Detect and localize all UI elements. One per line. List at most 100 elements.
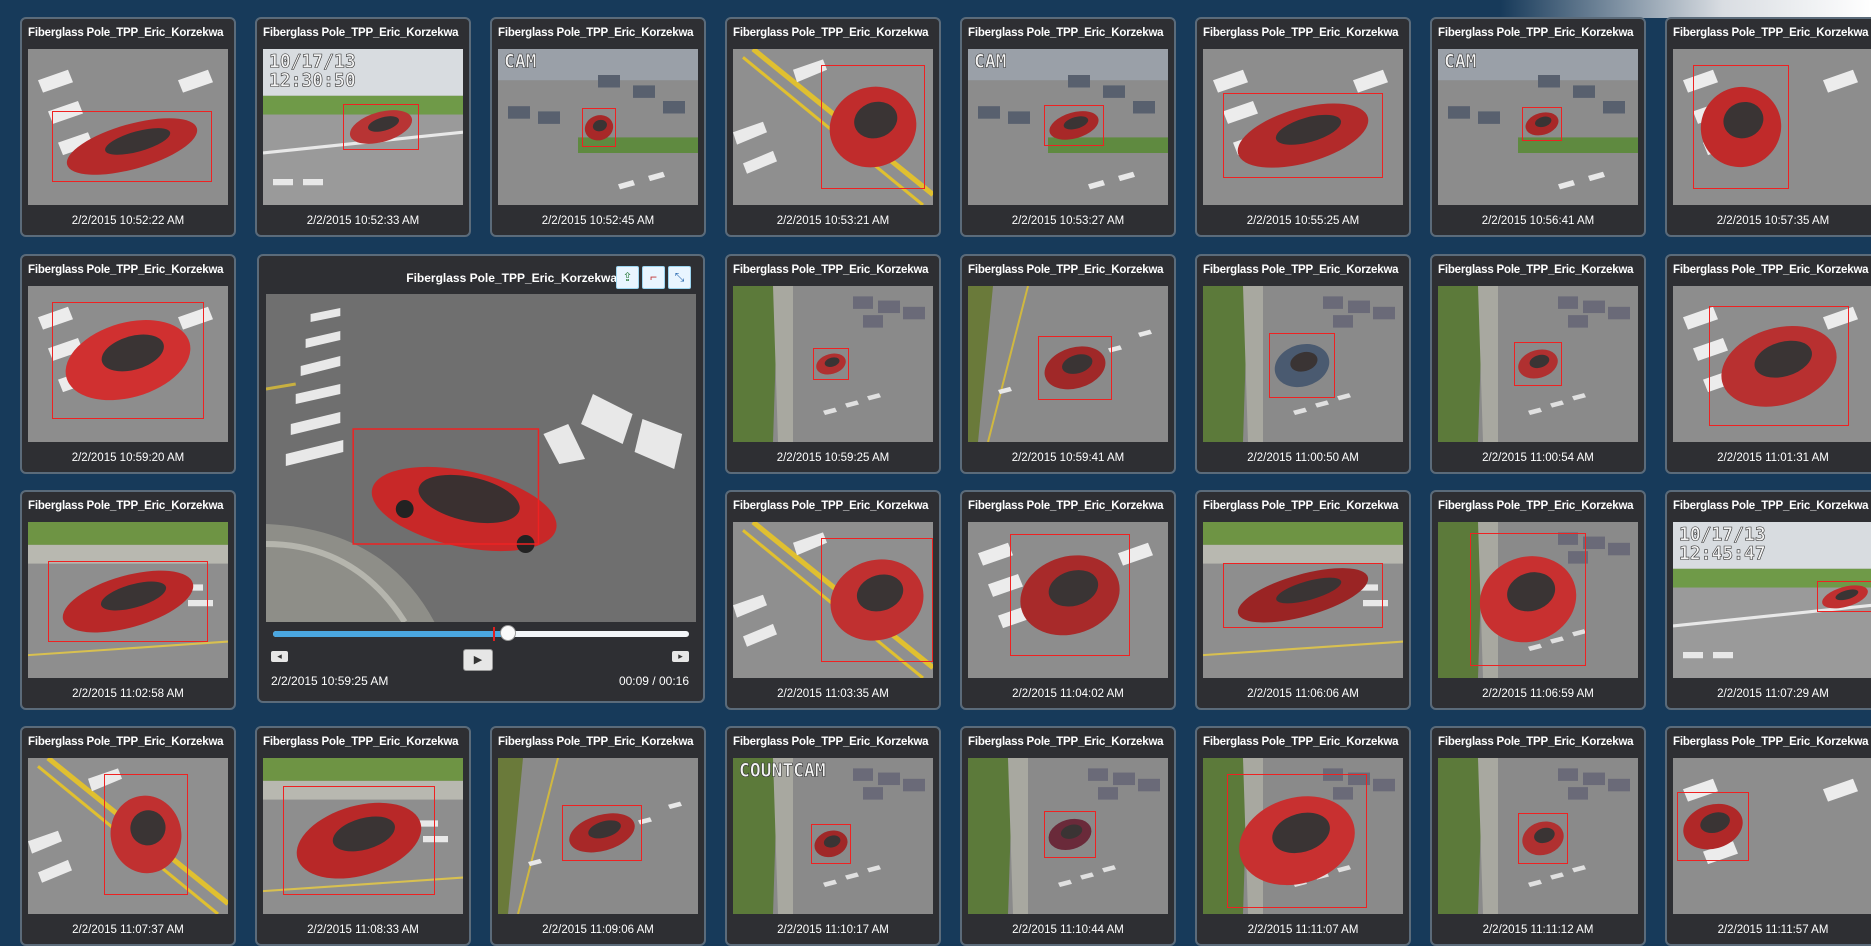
thumbnail-timestamp: 2/2/2015 10:52:45 AM — [541, 215, 655, 227]
thumbnail-image[interactable] — [1203, 286, 1403, 442]
expand-icon[interactable]: ⤡ — [668, 266, 691, 289]
camera-thumbnail[interactable]: Fiberglass Pole_TPP_Eric_Korzekwa 2/2/201… — [725, 17, 941, 237]
thumbnail-timestamp: 2/2/2015 11:07:29 AM — [1717, 688, 1829, 700]
detection-box — [1223, 562, 1383, 629]
thumbnail-image[interactable] — [28, 49, 228, 205]
thumbnail-timestamp: 2/2/2015 11:02:58 AM — [72, 688, 184, 700]
camera-thumbnail[interactable]: Fiberglass Pole_TPP_Eric_Korzekwa 2/2/201… — [960, 726, 1176, 946]
thumbnail-timestamp: 2/2/2015 10:55:25 AM — [1246, 215, 1360, 227]
camera-thumbnail[interactable]: Fiberglass Pole_TPP_Eric_Korzekwa 2/2/201… — [1430, 490, 1646, 710]
thumbnail-image[interactable] — [1438, 522, 1638, 678]
thumbnail-image[interactable] — [1673, 758, 1871, 914]
thumbnail-title: Fiberglass Pole_TPP_Eric_Korzekwa — [733, 500, 929, 512]
thumbnail-image[interactable] — [1203, 758, 1403, 914]
thumbnail-image[interactable]: CAM — [968, 49, 1168, 205]
camera-thumbnail[interactable]: Fiberglass Pole_TPP_Eric_Korzekwa 2/2/201… — [960, 254, 1176, 474]
seek-marker — [493, 627, 495, 641]
camera-thumbnail[interactable]: Fiberglass Pole_TPP_Eric_Korzekwa 2/2/201… — [960, 490, 1176, 710]
thumbnail-title: Fiberglass Pole_TPP_Eric_Korzekwa — [1438, 27, 1634, 39]
thumbnail-title: Fiberglass Pole_TPP_Eric_Korzekwa — [733, 736, 929, 748]
detection-box — [1227, 773, 1367, 908]
camera-thumbnail[interactable]: Fiberglass Pole_TPP_Eric_Korzekwa 2/2/201… — [1430, 254, 1646, 474]
thumbnail-image[interactable] — [1203, 49, 1403, 205]
thumbnail-title: Fiberglass Pole_TPP_Eric_Korzekwa — [1203, 500, 1399, 512]
thumbnail-timestamp: 2/2/2015 11:11:57 AM — [1717, 924, 1829, 936]
detection-box — [1518, 812, 1568, 865]
thumbnail-image[interactable] — [28, 286, 228, 442]
camera-thumbnail[interactable]: Fiberglass Pole_TPP_Eric_Korzekwa CAM 2/2/… — [490, 17, 706, 237]
step-back-icon[interactable]: ◂ — [271, 651, 288, 662]
player-progress-text: 00:09 / 00:16 — [618, 674, 689, 688]
thumbnail-image[interactable] — [968, 758, 1168, 914]
camera-thumbnail[interactable]: Fiberglass Pole_TPP_Eric_Korzekwa 2/2/201… — [1665, 254, 1871, 474]
seek-thumb[interactable] — [500, 625, 516, 641]
camera-thumbnail[interactable]: Fiberglass Pole_TPP_Eric_Korzekwa 2/2/201… — [1665, 726, 1871, 946]
camera-thumbnail[interactable]: Fiberglass Pole_TPP_Eric_Korzekwa CAM 2/2/… — [1430, 17, 1646, 237]
camera-thumbnail[interactable]: Fiberglass Pole_TPP_Eric_Korzekwa 2/2/201… — [725, 490, 941, 710]
thumbnail-title: Fiberglass Pole_TPP_Eric_Korzekwa — [1438, 264, 1634, 276]
detection-box — [1693, 64, 1789, 190]
thumbnail-image[interactable]: CAM — [1438, 49, 1638, 205]
thumbnail-image[interactable]: CAM — [498, 49, 698, 205]
camera-thumbnail[interactable]: Fiberglass Pole_TPP_Eric_Korzekwa 2/2/201… — [1195, 17, 1411, 237]
thumbnail-title: Fiberglass Pole_TPP_Eric_Korzekwa — [1203, 264, 1399, 276]
thumbnail-image[interactable]: 10/17/13 12:45:47 — [1673, 522, 1871, 678]
thumbnail-timestamp: 2/2/2015 11:00:50 AM — [1247, 452, 1359, 464]
thumbnail-image[interactable] — [1438, 286, 1638, 442]
thumbnail-image[interactable] — [28, 522, 228, 678]
thumbnail-image[interactable] — [1673, 49, 1871, 205]
thumbnail-image[interactable] — [733, 522, 933, 678]
thumbnail-title: Fiberglass Pole_TPP_Eric_Korzekwa — [1673, 736, 1869, 748]
camera-thumbnail[interactable]: Fiberglass Pole_TPP_Eric_Korzekwa 2/2/201… — [20, 726, 236, 946]
camera-thumbnail[interactable]: Fiberglass Pole_TPP_Eric_Korzekwa COUNTCA… — [725, 726, 941, 946]
thumbnail-title: Fiberglass Pole_TPP_Eric_Korzekwa — [28, 736, 224, 748]
step-forward-icon[interactable]: ▸ — [672, 651, 689, 662]
camera-thumbnail[interactable]: Fiberglass Pole_TPP_Eric_Korzekwa 2/2/201… — [20, 17, 236, 237]
thumbnail-title: Fiberglass Pole_TPP_Eric_Korzekwa — [28, 27, 224, 39]
thumbnail-image[interactable] — [1203, 522, 1403, 678]
bookmark-icon[interactable]: ⌐ — [642, 266, 665, 289]
export-icon[interactable]: ⇪ — [616, 266, 639, 289]
thumbnail-image[interactable] — [733, 49, 933, 205]
camera-thumbnail[interactable]: Fiberglass Pole_TPP_Eric_Korzekwa 2/2/201… — [1195, 254, 1411, 474]
detection-box — [1223, 92, 1383, 179]
camera-thumbnail[interactable]: Fiberglass Pole_TPP_Eric_Korzekwa 2/2/201… — [490, 726, 706, 946]
thumbnail-image[interactable] — [263, 758, 463, 914]
player-title: Fiberglass Pole_TPP_Eric_Korzekwa — [406, 271, 617, 285]
thumbnail-image[interactable]: COUNTCAM — [733, 758, 933, 914]
detection-box — [1044, 105, 1104, 146]
thumbnail-image[interactable] — [968, 522, 1168, 678]
thumbnail-timestamp: 2/2/2015 10:59:20 AM — [71, 452, 185, 464]
detection-box — [582, 108, 616, 148]
thumbnail-image[interactable] — [1673, 286, 1871, 442]
detection-box — [1817, 581, 1871, 613]
camera-thumbnail[interactable]: Fiberglass Pole_TPP_Eric_Korzekwa 10/17/1… — [1665, 490, 1871, 710]
camera-thumbnail[interactable]: Fiberglass Pole_TPP_Eric_Korzekwa 2/2/201… — [20, 490, 236, 710]
camera-thumbnail[interactable]: Fiberglass Pole_TPP_Eric_Korzekwa 10/17/1… — [255, 17, 471, 237]
player-timestamp: 2/2/2015 10:59:25 AM — [271, 674, 389, 688]
camera-thumbnail[interactable]: Fiberglass Pole_TPP_Eric_Korzekwa 2/2/201… — [255, 726, 471, 946]
thumbnail-image[interactable] — [498, 758, 698, 914]
camera-thumbnail[interactable]: Fiberglass Pole_TPP_Eric_Korzekwa CAM 2/2/… — [960, 17, 1176, 237]
camera-thumbnail[interactable]: Fiberglass Pole_TPP_Eric_Korzekwa 2/2/201… — [1195, 490, 1411, 710]
thumbnail-image[interactable]: 10/17/13 12:30:50 — [263, 49, 463, 205]
thumbnail-image[interactable] — [968, 286, 1168, 442]
svg-text:CAM: CAM — [974, 51, 1007, 72]
thumbnail-image[interactable] — [28, 758, 228, 914]
camera-thumbnail[interactable]: Fiberglass Pole_TPP_Eric_Korzekwa 2/2/201… — [1195, 726, 1411, 946]
video-player[interactable]: Fiberglass Pole_TPP_Eric_Korzekwa ⇪ ⌐ ⤡ — [257, 254, 705, 703]
camera-thumbnail[interactable]: Fiberglass Pole_TPP_Eric_Korzekwa 2/2/201… — [20, 254, 236, 474]
detection-box — [1038, 335, 1112, 400]
thumbnail-timestamp: 2/2/2015 10:52:33 AM — [306, 215, 420, 227]
detection-box — [1044, 811, 1096, 858]
play-button[interactable]: ▶ — [463, 649, 493, 671]
player-video-frame[interactable] — [266, 294, 696, 622]
thumbnail-timestamp: 2/2/2015 11:10:44 AM — [1012, 924, 1124, 936]
camera-thumbnail[interactable]: Fiberglass Pole_TPP_Eric_Korzekwa 2/2/201… — [725, 254, 941, 474]
seek-slider[interactable] — [273, 625, 689, 641]
thumbnail-image[interactable] — [733, 286, 933, 442]
camera-thumbnail[interactable]: Fiberglass Pole_TPP_Eric_Korzekwa 2/2/201… — [1430, 726, 1646, 946]
thumbnail-timestamp: 2/2/2015 11:06:06 AM — [1247, 688, 1359, 700]
thumbnail-image[interactable] — [1438, 758, 1638, 914]
camera-thumbnail[interactable]: Fiberglass Pole_TPP_Eric_Korzekwa 2/2/201… — [1665, 17, 1871, 237]
